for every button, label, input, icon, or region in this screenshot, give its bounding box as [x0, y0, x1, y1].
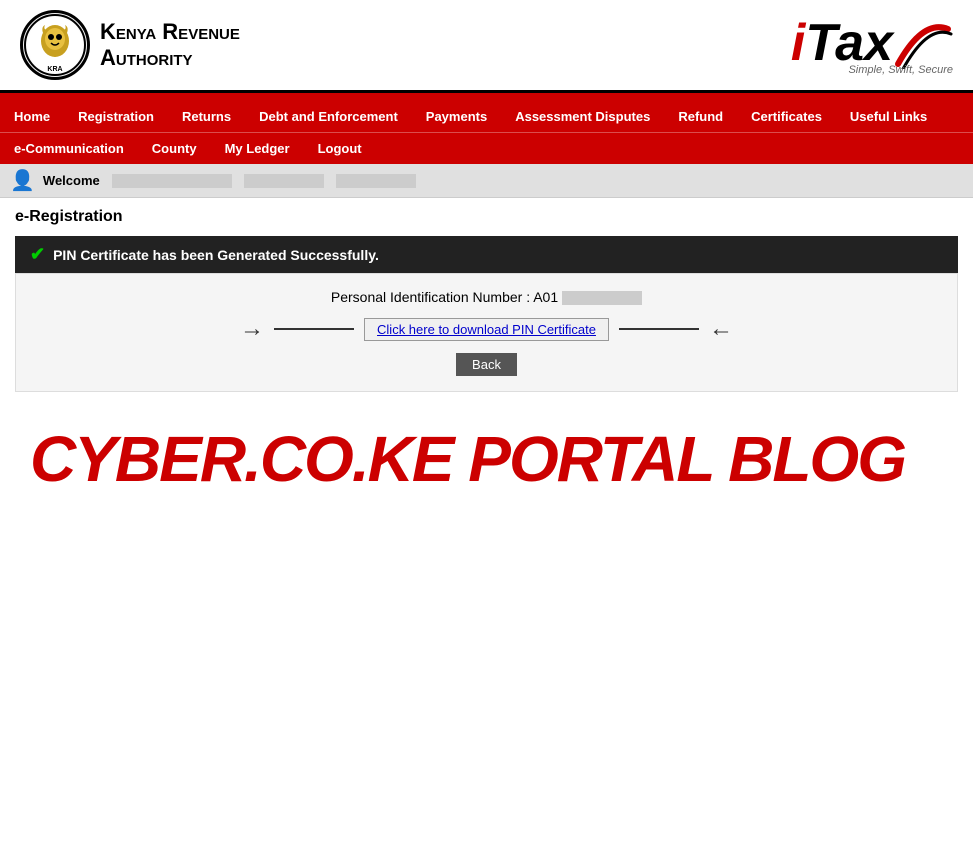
- kra-logo: KRA Kenya Revenue Authority: [20, 10, 240, 80]
- itax-logo: i Tax Simple, Swift, Secure: [791, 14, 953, 76]
- kra-name: Kenya Revenue Authority: [100, 19, 240, 72]
- itax-swoosh-icon: [893, 14, 953, 69]
- nav-refund[interactable]: Refund: [664, 101, 737, 132]
- back-section: Back: [31, 353, 942, 376]
- watermark-text: CYBER.CO.KE PORTAL BLOG: [15, 392, 958, 526]
- kra-emblem: KRA: [20, 10, 90, 80]
- main-content: e-Registration ✔ PIN Certificate has bee…: [0, 198, 973, 536]
- nav-debt[interactable]: Debt and Enforcement: [245, 101, 412, 132]
- back-button[interactable]: Back: [456, 353, 517, 376]
- download-pin-link[interactable]: Click here to download PIN Certificate: [364, 318, 609, 341]
- header: KRA Kenya Revenue Authority i Tax Simple…: [0, 0, 973, 93]
- red-stripe-decoration: [0, 93, 973, 101]
- welcome-username: [112, 174, 232, 188]
- nav-row-2: e-Communication County My Ledger Logout: [0, 132, 973, 164]
- nav-my-ledger[interactable]: My Ledger: [211, 133, 304, 164]
- success-message: PIN Certificate has been Generated Succe…: [53, 247, 379, 263]
- arrow-right-icon: ←: [709, 315, 733, 343]
- pin-text: Personal Identification Number : A01: [31, 289, 942, 305]
- page-title: e-Registration: [15, 208, 958, 226]
- nav-payments[interactable]: Payments: [412, 101, 501, 132]
- nav-home[interactable]: Home: [0, 101, 64, 132]
- user-icon: 👤: [10, 168, 35, 193]
- success-bar: ✔ PIN Certificate has been Generated Suc…: [15, 236, 958, 273]
- nav-county[interactable]: County: [138, 133, 211, 164]
- itax-i-letter: i: [791, 17, 805, 69]
- welcome-bar: 👤 Welcome: [0, 164, 973, 198]
- left-line: [274, 328, 354, 330]
- nav-ecommunication[interactable]: e-Communication: [0, 133, 138, 164]
- right-line: [619, 328, 699, 330]
- nav-disputes[interactable]: Assessment Disputes: [501, 101, 664, 132]
- svg-text:KRA: KRA: [47, 66, 62, 73]
- welcome-extra-masked: [336, 174, 416, 188]
- welcome-id-masked: [244, 174, 324, 188]
- nav-returns[interactable]: Returns: [168, 101, 245, 132]
- nav-registration[interactable]: Registration: [64, 101, 168, 132]
- pin-number-masked: [562, 291, 642, 305]
- nav-useful-links[interactable]: Useful Links: [836, 101, 941, 132]
- itax-tax-text: Tax: [805, 17, 893, 69]
- arrow-left-icon: →: [240, 315, 264, 343]
- nav-certificates[interactable]: Certificates: [737, 101, 836, 132]
- download-container: → Click here to download PIN Certificate…: [31, 315, 942, 343]
- welcome-label: Welcome: [43, 173, 100, 188]
- nav-logout[interactable]: Logout: [304, 133, 376, 164]
- nav-row-1: Home Registration Returns Debt and Enfor…: [0, 101, 973, 132]
- success-icon: ✔: [30, 244, 45, 265]
- pin-section: Personal Identification Number : A01 → C…: [15, 273, 958, 392]
